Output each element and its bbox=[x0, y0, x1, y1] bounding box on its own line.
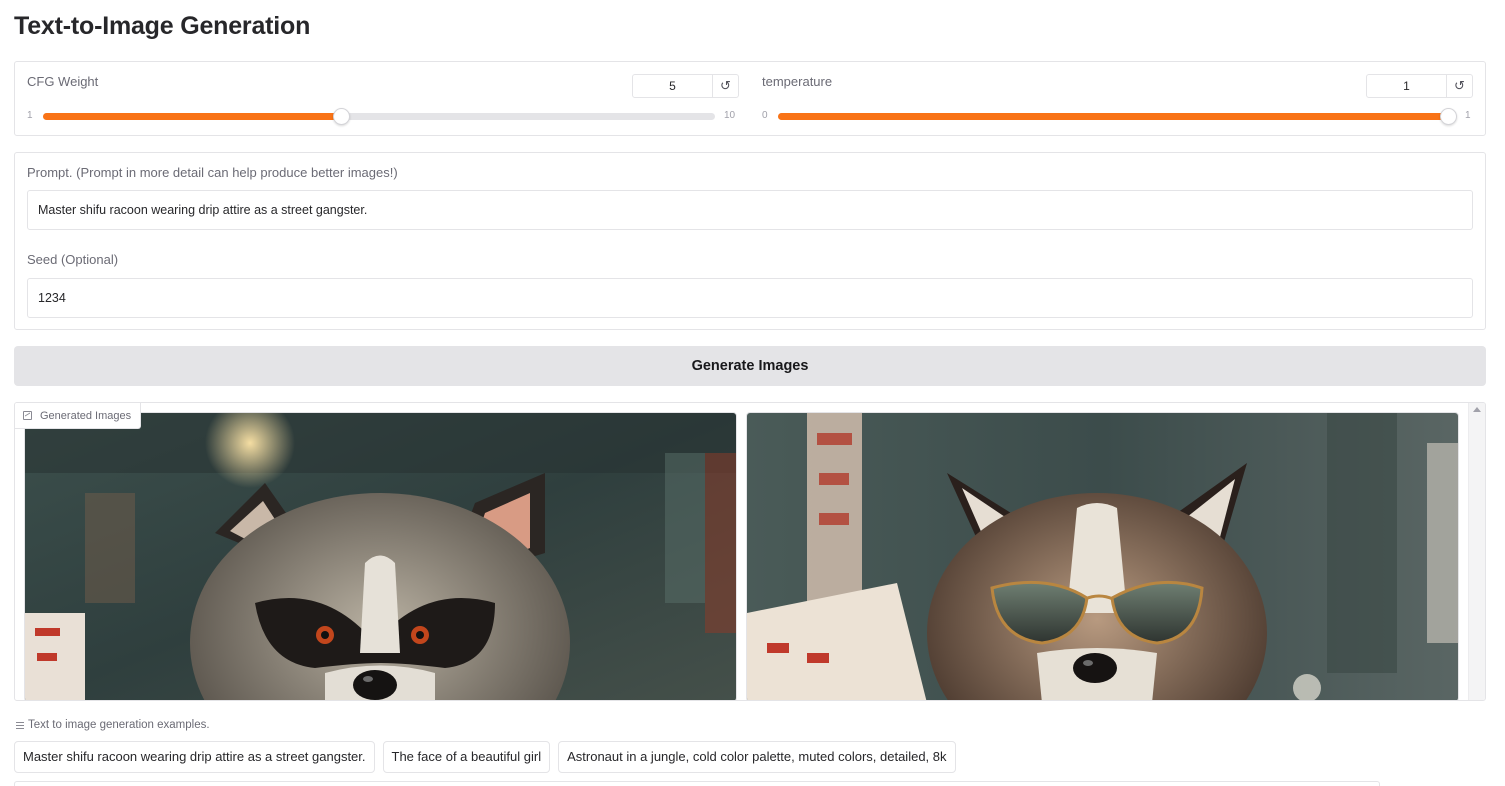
seed-label: Seed (Optional) bbox=[27, 252, 119, 267]
example-button[interactable]: Master shifu racoon wearing drip attire … bbox=[14, 741, 375, 773]
temperature-max: 1 bbox=[1465, 110, 1471, 121]
temperature-label: temperature bbox=[762, 74, 833, 89]
prompt-panel: Prompt. (Prompt in more detail can help … bbox=[14, 152, 1486, 330]
generated-images-gallery: Generated Images bbox=[14, 402, 1486, 701]
prompt-input[interactable]: Master shifu racoon wearing drip attire … bbox=[27, 190, 1473, 230]
cfg-weight-slider-fill bbox=[43, 113, 341, 120]
cfg-weight-slider-thumb[interactable] bbox=[333, 108, 350, 125]
temperature-slider-thumb[interactable] bbox=[1440, 108, 1457, 125]
temperature-number-box: 1 ↺ bbox=[1366, 74, 1473, 98]
temperature-slider-block: temperature 1 ↺ 0 1 bbox=[750, 62, 1487, 137]
reset-icon[interactable]: ↺ bbox=[1447, 75, 1472, 97]
list-icon bbox=[16, 721, 24, 729]
next-panel-edge bbox=[14, 781, 1380, 786]
gallery-label: Generated Images bbox=[15, 403, 142, 429]
cfg-weight-number-box: 5 ↺ bbox=[632, 74, 739, 98]
temperature-slider[interactable] bbox=[778, 108, 1457, 125]
temperature-min: 0 bbox=[762, 110, 768, 121]
gallery-label-text: Generated Images bbox=[40, 409, 132, 422]
gallery-scrollbar[interactable] bbox=[1468, 403, 1485, 700]
seed-input[interactable]: 1234 bbox=[27, 278, 1473, 318]
page-title: Text-to-Image Generation bbox=[14, 12, 311, 40]
image-icon bbox=[23, 411, 32, 420]
cfg-weight-slider-block: CFG Weight 5 ↺ 1 10 bbox=[15, 62, 750, 137]
raccoon-image-2 bbox=[747, 413, 1458, 700]
scroll-up-arrow-icon[interactable] bbox=[1473, 407, 1481, 412]
raccoon-image-1 bbox=[25, 413, 736, 700]
slider-panel: CFG Weight 5 ↺ 1 10 temperature 1 ↺ 0 1 bbox=[14, 61, 1486, 136]
example-button[interactable]: Astronaut in a jungle, cold color palett… bbox=[558, 741, 956, 773]
temperature-slider-fill bbox=[778, 113, 1448, 120]
cfg-weight-max: 10 bbox=[724, 110, 736, 121]
cfg-weight-min: 1 bbox=[27, 110, 33, 121]
cfg-weight-input[interactable]: 5 bbox=[633, 75, 713, 97]
app-root: Text-to-Image Generation CFG Weight 5 ↺ … bbox=[0, 0, 1505, 786]
generate-images-button[interactable]: Generate Images bbox=[14, 346, 1486, 386]
temperature-input[interactable]: 1 bbox=[1367, 75, 1447, 97]
examples-label-text: Text to image generation examples. bbox=[28, 719, 210, 731]
generated-image-2[interactable] bbox=[746, 412, 1459, 700]
generated-image-1[interactable] bbox=[24, 412, 737, 700]
prompt-label: Prompt. (Prompt in more detail can help … bbox=[27, 165, 398, 180]
reset-icon[interactable]: ↺ bbox=[713, 75, 738, 97]
examples-list: Master shifu racoon wearing drip attire … bbox=[14, 741, 956, 773]
example-button[interactable]: The face of a beautiful girl bbox=[382, 741, 551, 773]
cfg-weight-slider[interactable] bbox=[43, 108, 715, 125]
examples-label: Text to image generation examples. bbox=[16, 719, 210, 731]
cfg-weight-label: CFG Weight bbox=[27, 74, 99, 89]
